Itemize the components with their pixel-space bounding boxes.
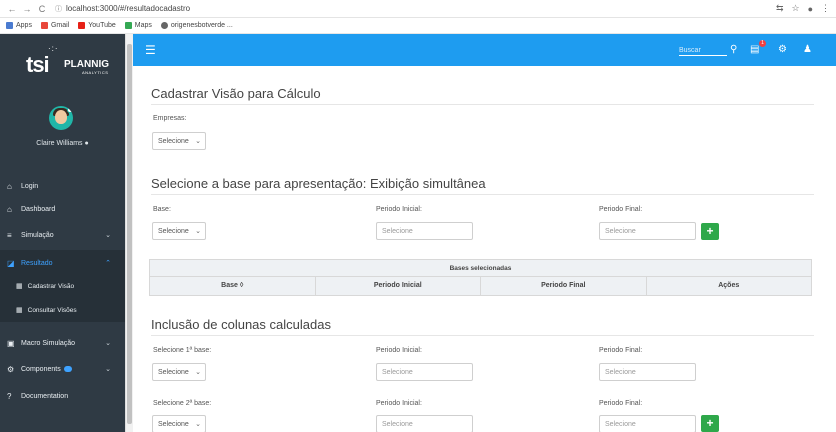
image-icon: ▣ [7, 338, 15, 348]
grid-icon: ▦ [16, 283, 23, 290]
chevron-down-icon: ● [84, 140, 89, 147]
logo: ·:· tsi PLANNIG ANALYTICS [26, 44, 109, 77]
bookmark-youtube[interactable]: YouTube [78, 22, 116, 29]
gear-icon: ⚙ [7, 364, 15, 374]
base2-periodo-final-input[interactable]: Selecione [599, 415, 696, 432]
sidebar-item-resultado[interactable]: ◪ Resultado ⌃ [0, 250, 125, 276]
search-icon[interactable]: ⚲ [730, 44, 737, 55]
user-icon[interactable]: ♟ [803, 44, 812, 55]
notification-badge: 1 [759, 40, 766, 47]
user-name[interactable]: Claire Williams ● [0, 140, 125, 147]
section-title-cadastrar: Cadastrar Visão para Cálculo [151, 86, 321, 101]
star-icon[interactable]: ☆ [791, 3, 799, 14]
sidebar-item-dashboard[interactable]: ⌂ Dashboard [0, 196, 125, 222]
chevron-up-icon: ⌃ [105, 260, 111, 267]
table-caption: Bases selecionadas [150, 260, 811, 277]
base2-select[interactable]: Selecione ⌄ [152, 415, 206, 432]
main-content: Cadastrar Visão para Cálculo Empresas: S… [133, 66, 836, 432]
periodo-inicial-label: Periodo Inicial: [376, 347, 422, 354]
sidebar-item-simulacao[interactable]: ≡ Simulação ⌄ [0, 222, 125, 248]
forward-icon[interactable]: → [21, 4, 33, 14]
back-icon[interactable]: ← [6, 4, 18, 14]
chevron-down-icon: ⌄ [105, 232, 111, 239]
calendar-icon[interactable]: ▤ [750, 44, 759, 55]
divider [151, 335, 814, 336]
youtube-icon [78, 22, 86, 29]
chevron-down-icon: ⌄ [195, 421, 201, 428]
chevron-down-icon: ⌄ [195, 369, 201, 376]
top-navbar: ☰ Buscar ⚲ ▤ 1 ⚙ ♟ [133, 34, 836, 66]
bookmark-origenes[interactable]: origenesbotverde ... [160, 22, 233, 29]
divider [151, 194, 814, 195]
chevron-down-icon: ⌄ [195, 138, 201, 145]
info-icon: ⓘ [55, 5, 62, 13]
menu-icon[interactable]: ⋮ [821, 3, 830, 14]
base-label: Base: [153, 206, 171, 213]
chevron-down-icon: ⌄ [105, 366, 111, 373]
avatar[interactable] [49, 106, 73, 130]
home-icon: ⌂ [7, 181, 12, 191]
periodo-final-input[interactable]: Selecione [599, 222, 696, 240]
periodo-inicial-label: Periodo Inicial: [376, 206, 422, 213]
reload-icon[interactable]: C [36, 4, 48, 14]
section-title-base: Selecione a base para apresentação: Exib… [151, 176, 486, 191]
empresas-label: Empresas: [153, 115, 187, 122]
sidebar-item-cadastrar-visao[interactable]: ▦ Cadastrar Visão [0, 274, 125, 298]
address-bar[interactable]: ⓘ localhost:3000/#/resultadocadastro [55, 4, 190, 14]
sidebar-item-macro-simulacao[interactable]: ▣ Macro Simulação ⌄ [0, 330, 125, 356]
add-base-button[interactable]: + [701, 223, 719, 240]
periodo-inicial-label: Periodo Inicial: [376, 400, 422, 407]
sidebar-scrollbar[interactable] [125, 34, 133, 432]
sidebar-item-consultar-visoes[interactable]: ▦ Consultar Visões [0, 298, 125, 322]
list-icon: ≡ [7, 230, 12, 240]
column-header-acoes: Ações [718, 282, 740, 289]
column-header-periodo-inicial: Periodo Inicial [316, 277, 481, 295]
periodo-final-label: Periodo Final: [599, 206, 643, 213]
apps-icon [6, 22, 13, 29]
empresas-select[interactable]: Selecione ⌄ [152, 132, 206, 150]
globe-icon [160, 22, 168, 29]
gmail-icon [40, 22, 48, 29]
translate-icon[interactable]: ⇆ [776, 3, 784, 14]
grid-icon: ▦ [16, 307, 23, 314]
maps-icon [124, 22, 132, 29]
browser-toolbar: ← → C ⓘ localhost:3000/#/resultadocadast… [0, 0, 836, 18]
bookmarks-bar: Apps Gmail YouTube Maps origenesbotverde… [0, 18, 836, 34]
bookmark-maps[interactable]: Maps [124, 22, 152, 29]
sidebar: ·:· tsi PLANNIG ANALYTICS Claire William… [0, 34, 125, 432]
base1-select[interactable]: Selecione ⌄ [152, 363, 206, 381]
chevron-down-icon: ⌄ [105, 340, 111, 347]
chart-icon: ◪ [7, 258, 15, 268]
new-badge [63, 366, 72, 372]
base1-periodo-inicial-input[interactable]: Selecione [376, 363, 473, 381]
url-text: localhost:3000/#/resultadocadastro [66, 4, 191, 13]
divider [151, 104, 814, 105]
section-title-inclusao: Inclusão de colunas calculadas [151, 317, 331, 332]
base-select[interactable]: Selecione ⌄ [152, 222, 206, 240]
home-icon: ⌂ [7, 204, 12, 214]
gear-icon[interactable]: ⚙ [778, 44, 787, 55]
hamburger-menu-icon[interactable]: ☰ [145, 43, 156, 57]
search-input[interactable]: Buscar [679, 47, 727, 56]
column-header-base[interactable]: Base ◊ [150, 277, 316, 295]
bookmark-gmail[interactable]: Gmail [40, 22, 69, 29]
sidebar-item-components[interactable]: ⚙ Components ⌄ [0, 356, 125, 382]
periodo-final-label: Periodo Final: [599, 400, 643, 407]
periodo-final-label: Periodo Final: [599, 347, 643, 354]
base1-label: Selecione 1ª base: [153, 347, 212, 354]
profile-icon[interactable]: ● [808, 4, 813, 14]
chevron-down-icon: ⌄ [195, 228, 201, 235]
sidebar-item-documentation[interactable]: ? Documentation [0, 383, 125, 409]
column-header-periodo-final: Periodo Final [481, 277, 647, 295]
bases-table: Bases selecionadas Base ◊ Periodo Inicia… [149, 259, 812, 296]
base1-periodo-final-input[interactable]: Selecione [599, 363, 696, 381]
question-icon: ? [7, 391, 12, 401]
add-calculated-column-button[interactable]: + [701, 415, 719, 432]
base2-periodo-inicial-input[interactable]: Selecione [376, 415, 473, 432]
bookmark-apps[interactable]: Apps [6, 22, 32, 29]
table-header-row: Base ◊ Periodo Inicial Periodo Final Açõ… [150, 277, 811, 295]
base2-label: Selecione 2ª base: [153, 400, 212, 407]
periodo-inicial-input[interactable]: Selecione [376, 222, 473, 240]
